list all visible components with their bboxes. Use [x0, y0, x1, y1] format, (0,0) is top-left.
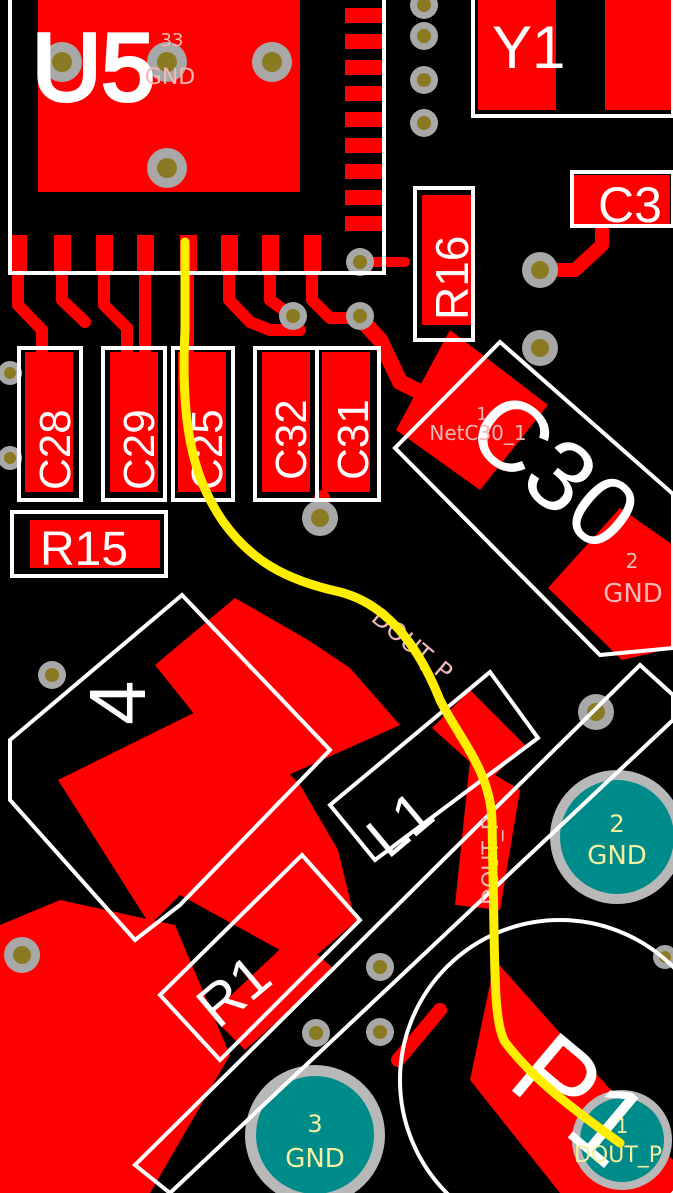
- u5-pad-number: 33: [161, 30, 184, 51]
- r15-ref-label: R15: [40, 523, 128, 576]
- p1-pad2-net: GND: [587, 841, 647, 871]
- c30-pad1-net: NetC30_1: [429, 421, 526, 445]
- c29-ref-label: C29: [115, 409, 164, 490]
- p1-pad1-number: 1: [616, 1114, 629, 1138]
- p1-pad3-net: GND: [285, 1144, 345, 1174]
- c30-pad2-net: GND: [603, 579, 663, 609]
- y1-ref-label: Y1: [492, 14, 565, 81]
- u5-pad-net: GND: [145, 65, 195, 90]
- p1-pad3-number: 3: [307, 1110, 322, 1138]
- c28-ref-label: C28: [31, 409, 80, 490]
- c30-pad2-number: 2: [626, 549, 639, 573]
- c32-ref-label: C32: [267, 399, 316, 480]
- u4-ref-label: 4: [73, 681, 162, 726]
- r16-ref-label: R16: [426, 236, 478, 320]
- c31-ref-label: C31: [329, 399, 378, 480]
- u5-ref-label: U5: [32, 14, 155, 121]
- p1-pad2-number: 2: [609, 810, 624, 838]
- c3-ref-label: C3: [598, 177, 662, 233]
- pcb-layout-canvas[interactable]: U5 Y1 C3 R16 C28 C29 C25 C32 C31 R15 C30…: [0, 0, 673, 1193]
- u5-right-pins: [345, 8, 383, 231]
